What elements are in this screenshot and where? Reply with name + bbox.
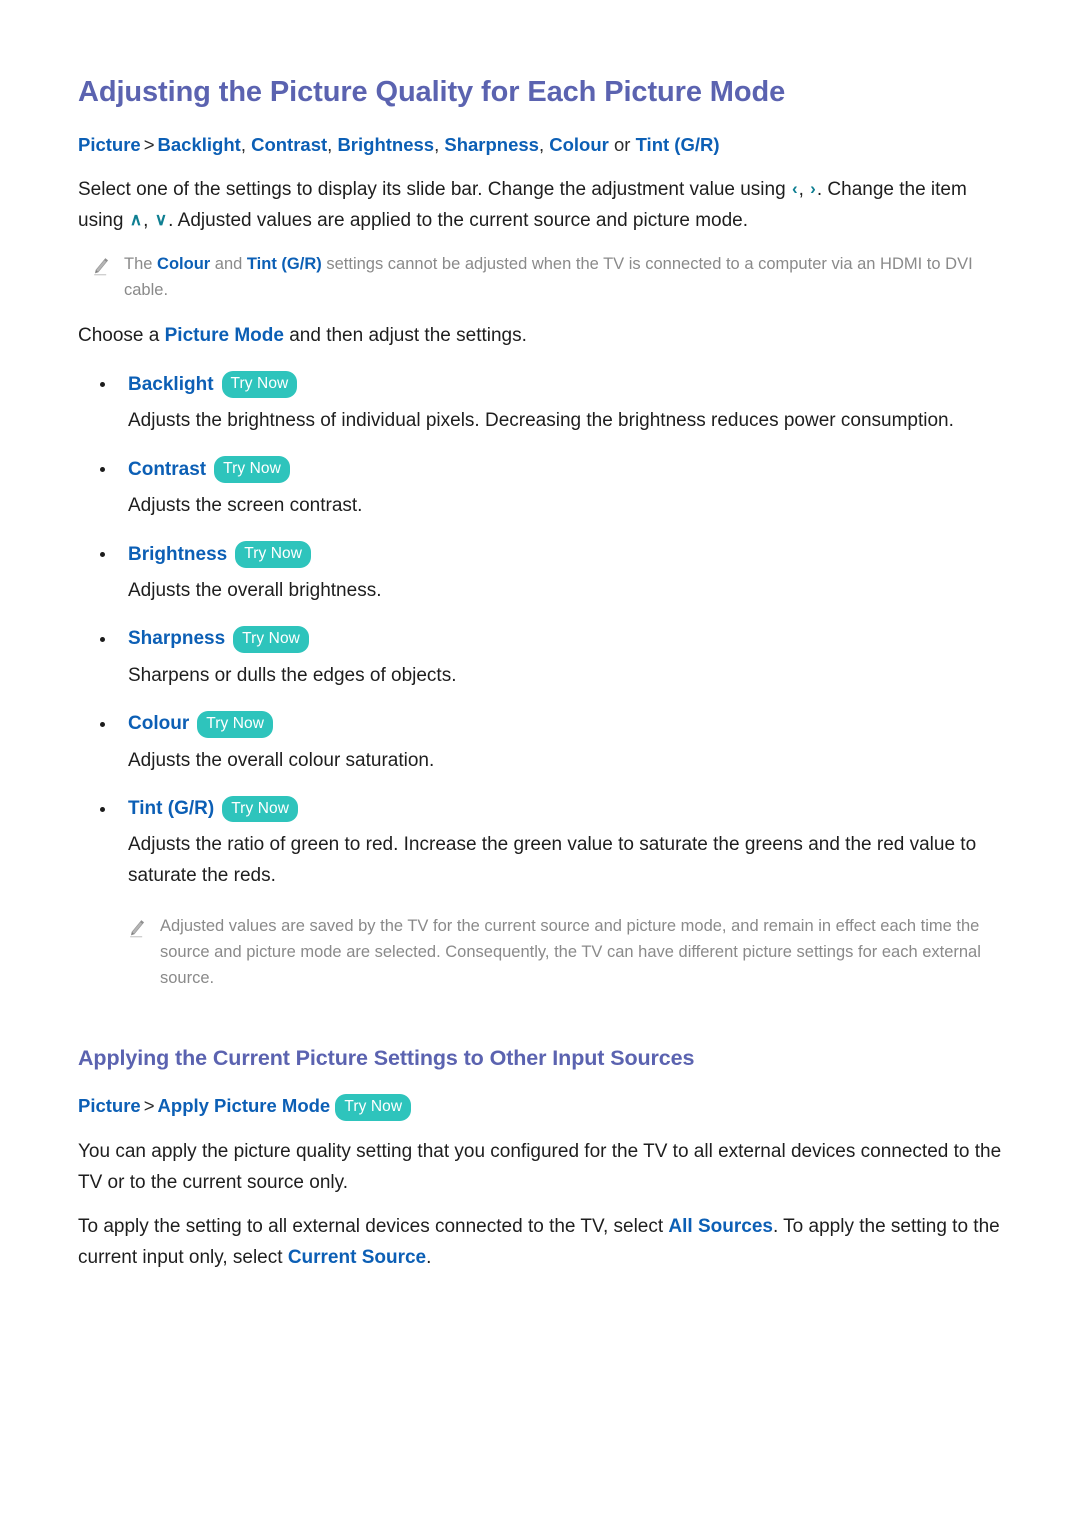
- document-page: Adjusting the Picture Quality for Each P…: [0, 0, 1080, 1274]
- chevron-up-icon: ∧: [129, 209, 143, 229]
- breadcrumb-item-brightness[interactable]: Brightness: [337, 134, 434, 155]
- bullet-icon: [100, 552, 105, 558]
- setting-description-brightness: Adjusts the overall brightness.: [128, 579, 382, 601]
- intro-text-part1: Select one of the settings to display it…: [78, 179, 791, 201]
- choose-text-part1: Choose a: [78, 324, 165, 346]
- breadcrumb-root[interactable]: Picture: [78, 134, 141, 155]
- breadcrumb-item-colour[interactable]: Colour: [549, 134, 609, 155]
- setting-row-brightness: Brightness Try Now: [78, 541, 1018, 568]
- intro-paragraph: Select one of the settings to display it…: [78, 175, 1013, 237]
- list-item: Sharpness Try Now Sharpens or dulls the …: [78, 626, 1018, 691]
- setting-label-sharpness[interactable]: Sharpness: [128, 628, 225, 650]
- settings-list: Backlight Try Now Adjusts the brightness…: [78, 371, 1018, 891]
- apply-paragraph-1: You can apply the picture quality settin…: [78, 1140, 1002, 1193]
- chevron-down-icon: ∨: [154, 209, 168, 229]
- bullet-icon: [100, 721, 105, 727]
- chevron-right-icon: ›: [810, 179, 816, 199]
- note-keyword-tint[interactable]: Tint (G/R): [247, 255, 322, 273]
- apply-paragraph-2: To apply the setting to all external dev…: [78, 1212, 1013, 1274]
- setting-row-contrast: Contrast Try Now: [78, 456, 1018, 483]
- apply-text-part1: To apply the setting to all external dev…: [78, 1216, 669, 1238]
- bullet-icon: [100, 806, 105, 812]
- setting-description-contrast: Adjusts the screen contrast.: [128, 494, 363, 516]
- note-text-part2: and: [210, 254, 247, 273]
- list-item: Brightness Try Now Adjusts the overall b…: [78, 541, 1018, 606]
- list-item: Contrast Try Now Adjusts the screen cont…: [78, 456, 1018, 521]
- note-text-part1: The: [124, 254, 158, 273]
- list-item: Colour Try Now Adjusts the overall colou…: [78, 711, 1018, 776]
- bullet-icon: [100, 382, 105, 388]
- apply-text-part3: .: [426, 1247, 432, 1269]
- breadcrumb-apply-picture-mode: Picture > Apply Picture Mode Try Now: [78, 1093, 1018, 1121]
- breadcrumb-item-backlight[interactable]: Backlight: [158, 134, 241, 155]
- bullet-icon: [100, 467, 105, 473]
- note-keyword-colour[interactable]: Colour: [157, 255, 210, 273]
- try-now-badge-apply-picture-mode[interactable]: Try Now: [335, 1094, 412, 1121]
- breadcrumb2-separator-icon: >: [143, 1095, 155, 1117]
- breadcrumb-conjunction: or: [614, 134, 631, 156]
- intro-text-part3: . Adjusted values are applied to the cur…: [168, 209, 749, 231]
- breadcrumb-item-contrast[interactable]: Contrast: [251, 134, 327, 155]
- setting-row-tint: Tint (G/R) Try Now: [78, 795, 1018, 823]
- choose-keyword-picture-mode[interactable]: Picture Mode: [165, 325, 284, 346]
- setting-label-contrast[interactable]: Contrast: [128, 459, 206, 481]
- keyword-all-sources[interactable]: All Sources: [668, 1216, 773, 1237]
- setting-label-colour[interactable]: Colour: [128, 713, 189, 735]
- section-title-applying-settings: Applying the Current Picture Settings to…: [78, 1046, 695, 1071]
- bullet-icon: [100, 636, 105, 642]
- breadcrumb-item-sharpness[interactable]: Sharpness: [444, 134, 539, 155]
- intro-comma-2: ,: [143, 209, 154, 231]
- setting-label-brightness[interactable]: Brightness: [128, 544, 227, 566]
- note-saved-values-text: Adjusted values are saved by the TV for …: [160, 917, 981, 988]
- setting-row-sharpness: Sharpness Try Now: [78, 626, 1018, 653]
- breadcrumb2-root[interactable]: Picture: [78, 1095, 141, 1116]
- keyword-current-source[interactable]: Current Source: [288, 1247, 426, 1268]
- note-saved-values: Adjusted values are saved by the TV for …: [128, 913, 1018, 991]
- setting-row-backlight: Backlight Try Now: [78, 371, 1018, 398]
- try-now-badge-contrast[interactable]: Try Now: [214, 456, 290, 483]
- setting-description-backlight: Adjusts the brightness of individual pix…: [128, 409, 954, 431]
- try-now-badge-tint[interactable]: Try Now: [222, 795, 299, 823]
- pencil-icon: [92, 257, 110, 277]
- note-hdmi-dvi-text: The Colour and Tint (G/R) settings canno…: [124, 251, 1012, 303]
- try-now-badge-backlight[interactable]: Try Now: [221, 371, 298, 398]
- choose-picture-mode-paragraph: Choose a Picture Mode and then adjust th…: [78, 321, 1013, 352]
- list-item: Backlight Try Now Adjusts the brightness…: [78, 371, 1018, 436]
- try-now-badge-sharpness[interactable]: Try Now: [233, 626, 309, 653]
- breadcrumb-separator-icon: >: [143, 134, 155, 156]
- setting-description-tint: Adjusts the ratio of green to red. Incre…: [128, 834, 977, 886]
- pencil-icon: [128, 919, 146, 939]
- breadcrumb-picture-settings: Picture > Backlight, Contrast, Brightness,…: [78, 134, 720, 156]
- note-hdmi-dvi: The Colour and Tint (G/R) settings canno…: [92, 251, 1012, 303]
- chevron-left-icon: ‹: [791, 179, 798, 199]
- setting-description-colour: Adjusts the overall colour saturation.: [128, 749, 435, 771]
- setting-row-colour: Colour Try Now: [78, 711, 1018, 738]
- breadcrumb-item-tint[interactable]: Tint (G/R): [636, 134, 720, 155]
- setting-description-sharpness: Sharpens or dulls the edges of objects.: [128, 664, 457, 686]
- setting-label-backlight[interactable]: Backlight: [128, 374, 214, 396]
- page-title: Adjusting the Picture Quality for Each P…: [78, 76, 786, 108]
- setting-label-tint[interactable]: Tint (G/R): [128, 798, 214, 820]
- choose-text-part2: and then adjust the settings.: [283, 324, 527, 346]
- breadcrumb2-item-apply-picture-mode[interactable]: Apply Picture Mode: [158, 1095, 331, 1116]
- list-item: Tint (G/R) Try Now Adjusts the ratio of …: [78, 795, 1018, 891]
- try-now-badge-colour[interactable]: Try Now: [197, 711, 274, 738]
- try-now-badge-brightness[interactable]: Try Now: [235, 541, 312, 568]
- intro-comma-1: ,: [798, 179, 810, 201]
